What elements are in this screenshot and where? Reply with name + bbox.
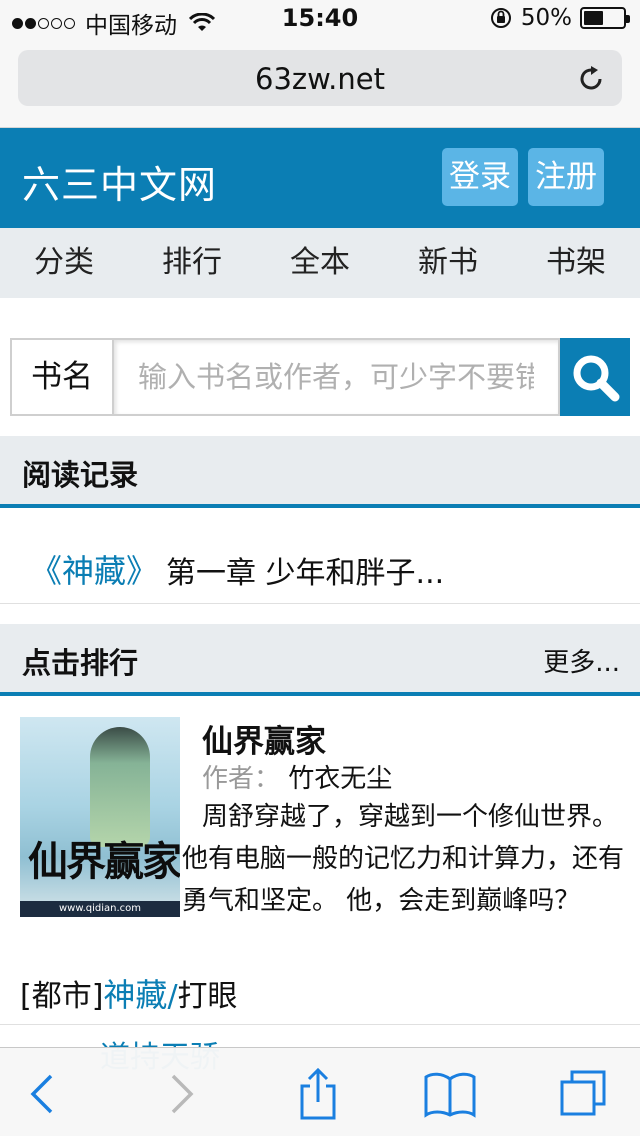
book-title[interactable]: 仙界赢家 (202, 716, 326, 761)
list-author: 打眼 (177, 979, 238, 1014)
more-link[interactable]: 更多... (543, 642, 620, 679)
bookmarks-button[interactable] (422, 1068, 478, 1120)
search-input[interactable] (114, 338, 560, 416)
battery-fill (584, 11, 603, 25)
back-icon (30, 1074, 53, 1114)
book-description: 周舒穿越了，穿越到一个修仙世界。 他有电脑一般的记忆力和计算力，还有勇气和坚定。… (182, 802, 625, 916)
cover-footer: www.qidian.com (20, 901, 180, 917)
book-author: 作者： 竹衣无尘 (202, 758, 392, 795)
url-text[interactable]: 63zw.net (18, 62, 622, 96)
nav-item-complete[interactable]: 全本 (256, 228, 384, 298)
list-category: [都市] (20, 979, 104, 1014)
battery-percent: 50% (520, 5, 572, 31)
author-name: 竹衣无尘 (288, 764, 393, 794)
book-cover[interactable]: 仙界赢家 www.qidian.com (20, 717, 180, 917)
ranking-list-item[interactable]: [都市]神藏/打眼 (20, 970, 238, 1016)
author-label: 作者： (202, 764, 281, 794)
reading-history-item[interactable]: 《神藏》 第一章 少年和胖子... (0, 512, 640, 604)
orientation-lock-icon (490, 8, 511, 28)
share-button[interactable] (290, 1067, 346, 1120)
tabs-icon (560, 1070, 606, 1116)
search-bar: 书名 (10, 338, 630, 416)
cover-title: 仙界赢家 (28, 838, 180, 885)
section-title: 点击排行 (22, 646, 139, 680)
tabs-button[interactable] (556, 1068, 612, 1120)
list-separator: / (167, 979, 178, 1014)
reload-icon[interactable] (576, 64, 606, 94)
nav-item-category[interactable]: 分类 (0, 228, 128, 298)
forward-icon (171, 1074, 194, 1114)
login-button[interactable]: 登录 (442, 148, 518, 206)
register-button[interactable]: 注册 (528, 148, 604, 206)
search-button[interactable] (560, 338, 630, 416)
forward-button[interactable] (154, 1068, 210, 1120)
nav-item-ranking[interactable]: 排行 (128, 228, 256, 298)
search-icon (573, 355, 620, 402)
battery-icon (580, 7, 630, 29)
browser-toolbar (0, 1047, 640, 1136)
status-right: 50% (489, 5, 630, 31)
site-header: 六三中文网 登录 注册 (0, 128, 640, 228)
nav-item-bookshelf[interactable]: 书架 (512, 228, 640, 298)
status-bar: 中国移动 15:40 50% (0, 0, 640, 40)
share-icon (300, 1067, 336, 1120)
reading-book-link[interactable]: 《神藏》 (30, 546, 158, 592)
ranking-header: 点击排行 更多... (0, 624, 640, 696)
list-book-link[interactable]: 神藏 (103, 976, 167, 1014)
nav-item-new-books[interactable]: 新书 (384, 228, 512, 298)
browser-url-bar: 63zw.net (0, 40, 640, 128)
back-button[interactable] (14, 1068, 70, 1120)
divider (0, 1024, 640, 1025)
bookmarks-icon (424, 1072, 476, 1118)
reading-history-header: 阅读记录 (0, 436, 640, 508)
address-field[interactable]: 63zw.net (18, 50, 622, 106)
reading-chapter-link[interactable]: 第一章 少年和胖子... (166, 548, 444, 592)
section-title: 阅读记录 (22, 458, 139, 492)
main-nav: 分类 排行 全本 新书 书架 (0, 228, 640, 298)
search-type-select[interactable]: 书名 (10, 338, 114, 416)
site-logo-title[interactable]: 六三中文网 (22, 154, 217, 209)
